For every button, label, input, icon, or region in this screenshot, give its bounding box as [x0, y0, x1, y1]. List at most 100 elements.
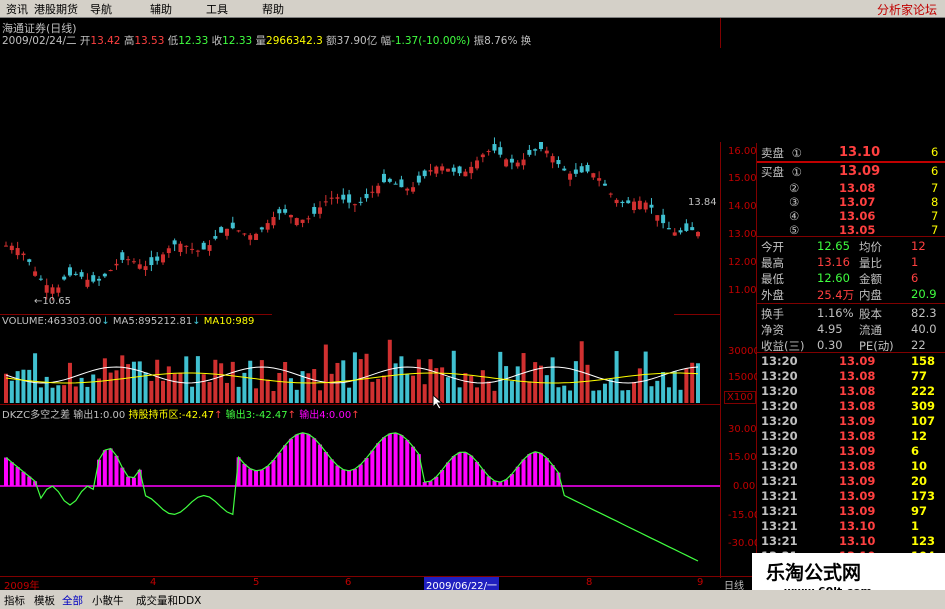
candle-body — [533, 149, 538, 151]
candle-body — [4, 245, 8, 247]
indicator-bar — [469, 455, 474, 486]
candle-body — [67, 267, 72, 276]
level-price: 13.07 — [839, 195, 876, 209]
candle-body — [195, 250, 200, 252]
volume-bar — [137, 361, 142, 403]
candle-body — [335, 197, 340, 199]
tick-time: 13:20 — [761, 369, 798, 383]
tick-price: 13.08 — [839, 429, 876, 443]
tick-price: 13.09 — [839, 414, 876, 428]
fund-value: 82.3 — [911, 306, 937, 320]
date-axis-month: 9 — [697, 577, 704, 588]
indicator-bar — [347, 470, 352, 486]
volume-bar — [602, 383, 607, 403]
indicator-bar — [108, 448, 113, 486]
level-number: ③ — [789, 195, 800, 209]
level-volume: 7 — [931, 223, 939, 237]
low-marker: ←10.65 — [34, 296, 72, 307]
tick-time: 13:20 — [761, 459, 798, 473]
tick-row: 13:20 13.08 10 — [761, 459, 927, 474]
volume-bar — [352, 352, 357, 403]
candle-body — [347, 194, 352, 203]
fund-key: 流通 — [859, 323, 882, 337]
candle-body — [91, 275, 96, 282]
indicator-bar — [21, 471, 26, 486]
fund-value: 22 — [911, 338, 926, 352]
indicator-bar — [475, 461, 480, 486]
tick-volume: 173 — [911, 489, 936, 503]
buy-price: 13.09 — [839, 164, 881, 179]
date-axis-month: 8 — [586, 577, 593, 588]
volume-bar — [85, 386, 90, 403]
tab-indicator[interactable]: 指标 — [4, 593, 25, 608]
volume-bar — [457, 387, 462, 403]
up-arrow-icon: ↑ — [287, 410, 297, 421]
indicator-bar — [283, 445, 288, 486]
volume-bar — [661, 372, 666, 403]
candle-body — [137, 264, 142, 269]
level-volume: 7 — [931, 181, 939, 195]
volume-bar — [50, 387, 55, 403]
candle-body — [486, 151, 491, 153]
tick-price: 13.09 — [839, 474, 876, 488]
vol-label-current: VOLUME:463303.00 — [2, 316, 102, 327]
candle-body — [288, 214, 293, 218]
indicator-tick: -30.00 — [728, 538, 761, 549]
tick-row: 13:20 13.08 309 — [761, 399, 935, 414]
volume-bar — [556, 387, 561, 403]
indicator-bar — [393, 432, 398, 486]
candle-body — [562, 168, 567, 171]
volume-bar — [190, 386, 195, 403]
volume-bar — [463, 373, 468, 403]
candle-body — [568, 173, 573, 180]
volume-bar — [504, 366, 509, 403]
candle-body — [38, 278, 43, 280]
tick-row: 13:20 13.08 222 — [761, 384, 935, 399]
volume-bar — [387, 339, 392, 403]
stat-row: 最低 12.60 金额 6 — [761, 271, 918, 286]
candle-body — [637, 200, 642, 210]
candle-body — [73, 273, 78, 275]
stat-key: 均价 — [859, 240, 882, 254]
candle-body — [33, 271, 38, 276]
volume-bar — [393, 363, 398, 403]
fund-value: 0.30 — [817, 338, 843, 352]
tick-volume: 309 — [911, 399, 936, 413]
volume-bar — [399, 356, 404, 403]
tab-xiaosan[interactable]: 小散牛 — [92, 593, 124, 608]
stat-row: 最高 13.16 量比 1 — [761, 255, 918, 270]
candle-body — [381, 173, 386, 183]
volume-bar — [126, 364, 131, 403]
volume-bar — [562, 385, 567, 403]
volume-bar — [376, 378, 381, 403]
candle-body — [492, 144, 497, 151]
tab-template[interactable]: 模板 — [34, 593, 55, 608]
volume-bar — [672, 371, 677, 403]
tick-volume: 123 — [911, 534, 936, 548]
indicator-out2: 持股持币区:-42.47 — [128, 410, 215, 421]
mouse-cursor-icon — [432, 394, 444, 410]
buy-volume: 6 — [931, 164, 939, 178]
candle-body — [213, 236, 218, 239]
candle-body — [236, 230, 241, 232]
volume-bar — [195, 356, 200, 403]
tick-time: 13:20 — [761, 444, 798, 458]
candle-body — [585, 164, 590, 172]
volume-bar — [422, 384, 427, 403]
candle-body — [411, 187, 416, 192]
candle-body — [172, 240, 177, 245]
volume-bar — [114, 370, 119, 403]
candle-body — [271, 217, 276, 226]
tab-volume-ddx[interactable]: 成交量和DDX — [136, 593, 201, 608]
volume-bar — [207, 382, 212, 403]
vol-label-ma10: MA10:989 — [203, 316, 255, 327]
indicator-tick: 15.00 — [728, 452, 757, 463]
tab-all[interactable]: 全部 — [62, 593, 83, 608]
stat-row: 今开 12.65 均价 12 — [761, 239, 926, 254]
level-1-icon: ① — [791, 146, 802, 160]
candle-body — [416, 175, 421, 183]
candle-body — [672, 232, 677, 236]
volume-bar — [33, 353, 38, 403]
date-axis-month: 6 — [345, 577, 352, 588]
indicator-bar — [521, 459, 526, 486]
